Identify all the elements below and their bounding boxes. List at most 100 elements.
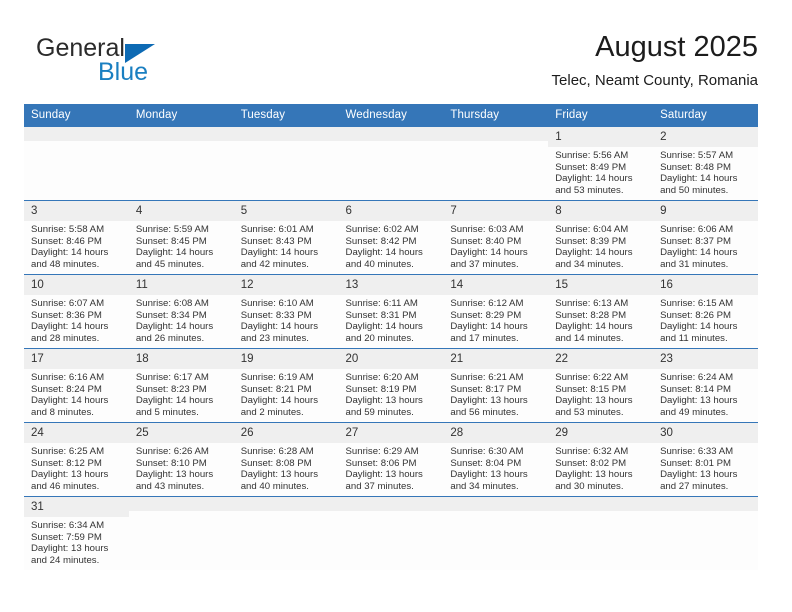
day-sun-info: Sunrise: 6:21 AM Sunset: 8:17 PM Daylight:… <box>443 369 548 418</box>
calendar-day-cell[interactable]: 28 Sunrise: 6:30 AM Sunset: 8:04 PM Dayligh… <box>443 422 549 497</box>
sunrise-time: Sunrise: 6:20 AM <box>345 372 419 383</box>
calendar-day-cell[interactable]: 21 Sunrise: 6:21 AM Sunset: 8:17 PM Dayligh… <box>443 348 549 423</box>
sunset-time: Sunset: 8:21 PM <box>240 383 312 395</box>
sunrise-time: Sunrise: 6:16 AM <box>31 372 105 383</box>
daylight-duration-line2: and 40 minutes. <box>240 480 309 492</box>
daylight-duration-line1: Daylight: 13 hours <box>555 469 633 481</box>
calendar-cell-empty <box>233 496 339 570</box>
sunrise-time: Sunrise: 6:19 AM <box>240 372 314 383</box>
calendar-day-cell[interactable]: 26 Sunrise: 6:28 AM Sunset: 8:08 PM Dayligh… <box>233 422 339 497</box>
day-number: 27 <box>338 423 444 443</box>
calendar-day-cell[interactable]: 27 Sunrise: 6:29 AM Sunset: 8:06 PM Dayligh… <box>338 422 444 497</box>
calendar-day-cell[interactable]: 25 Sunrise: 6:26 AM Sunset: 8:10 PM Dayligh… <box>128 422 234 497</box>
calendar-day-cell[interactable]: 16 Sunrise: 6:15 AM Sunset: 8:26 PM Dayligh… <box>653 274 758 349</box>
daylight-duration-line2: and 31 minutes. <box>660 258 729 270</box>
daylight-duration-line2: and 45 minutes. <box>135 258 205 270</box>
calendar-day-cell[interactable]: 23 Sunrise: 6:24 AM Sunset: 8:14 PM Dayligh… <box>653 348 758 423</box>
calendar-day-cell[interactable]: 8 Sunrise: 6:04 AM Sunset: 8:39 PM Daylight… <box>548 200 654 275</box>
sunrise-time: Sunrise: 6:10 AM <box>240 298 314 309</box>
weekday-header-row: Sunday Monday Tuesday Wednesday Thursday… <box>24 104 758 127</box>
sunrise-time: Sunrise: 6:28 AM <box>240 446 314 457</box>
calendar-day-cell[interactable]: 17 Sunrise: 6:16 AM Sunset: 8:24 PM Dayligh… <box>24 348 129 423</box>
weekday-header-sunday: Sunday <box>24 104 129 127</box>
weekday-header-friday: Friday <box>548 104 654 127</box>
daylight-duration-line1: Daylight: 13 hours <box>31 469 109 481</box>
day-number: 9 <box>653 201 758 221</box>
sunset-time: Sunset: 8:48 PM <box>660 161 731 173</box>
calendar-day-cell[interactable]: 7 Sunrise: 6:03 AM Sunset: 8:40 PM Daylight… <box>443 200 549 275</box>
calendar-day-cell[interactable]: 9 Sunrise: 6:06 AM Sunset: 8:37 PM Daylight… <box>653 200 758 275</box>
sunset-time: Sunset: 8:06 PM <box>345 457 417 469</box>
daylight-duration-line2: and 56 minutes. <box>450 406 519 418</box>
daylight-duration-line1: Daylight: 14 hours <box>555 247 633 259</box>
calendar-day-cell[interactable]: 20 Sunrise: 6:20 AM Sunset: 8:19 PM Dayligh… <box>338 348 444 423</box>
daylight-duration-line1: Daylight: 13 hours <box>240 469 319 481</box>
calendar-day-cell[interactable]: 31 Sunrise: 6:34 AM Sunset: 7:59 PM Dayligh… <box>24 496 129 570</box>
calendar-day-cell[interactable]: 5 Sunrise: 6:01 AM Sunset: 8:43 PM Daylight… <box>233 200 339 275</box>
sunrise-time: Sunrise: 6:34 AM <box>31 520 105 531</box>
calendar-week-row: 1 Sunrise: 5:56 AM Sunset: 8:49 PM Daylight… <box>24 126 758 201</box>
calendar-day-cell[interactable]: 1 Sunrise: 5:56 AM Sunset: 8:49 PM Daylight… <box>548 126 654 201</box>
day-sun-info: Sunrise: 6:28 AM Sunset: 8:08 PM Daylight:… <box>234 443 339 492</box>
sunrise-time: Sunrise: 5:59 AM <box>135 224 209 235</box>
calendar-day-cell[interactable]: 10 Sunrise: 6:07 AM Sunset: 8:36 PM Dayligh… <box>24 274 129 349</box>
calendar-day-cell[interactable]: 24 Sunrise: 6:25 AM Sunset: 8:12 PM Dayligh… <box>24 422 129 497</box>
day-sun-info: Sunrise: 6:33 AM Sunset: 8:01 PM Daylight:… <box>653 443 758 492</box>
day-number: 28 <box>443 423 549 443</box>
day-sun-info: Sunrise: 6:02 AM Sunset: 8:42 PM Daylight:… <box>339 221 444 270</box>
day-sun-info: Sunrise: 5:59 AM Sunset: 8:45 PM Daylight:… <box>129 221 234 270</box>
sunrise-time: Sunrise: 6:33 AM <box>660 446 734 457</box>
calendar-day-cell[interactable]: 14 Sunrise: 6:12 AM Sunset: 8:29 PM Dayligh… <box>443 274 549 349</box>
calendar-page: General Blue August 2025 Telec, Neamt Co… <box>0 0 792 612</box>
daylight-duration-line2: and 37 minutes. <box>450 258 519 270</box>
calendar-day-cell[interactable]: 29 Sunrise: 6:32 AM Sunset: 8:02 PM Dayligh… <box>548 422 654 497</box>
day-sun-info: Sunrise: 6:13 AM Sunset: 8:28 PM Daylight:… <box>548 295 653 344</box>
calendar-table: Sunday Monday Tuesday Wednesday Thursday… <box>24 104 758 570</box>
daylight-duration-line2: and 14 minutes. <box>555 332 624 344</box>
calendar-day-cell[interactable]: 30 Sunrise: 6:33 AM Sunset: 8:01 PM Dayligh… <box>653 422 758 497</box>
calendar-week-row: 10 Sunrise: 6:07 AM Sunset: 8:36 PM Dayligh… <box>24 274 758 349</box>
calendar-day-cell[interactable]: 22 Sunrise: 6:22 AM Sunset: 8:15 PM Dayligh… <box>548 348 654 423</box>
day-number <box>233 127 339 141</box>
sunrise-time: Sunrise: 6:07 AM <box>31 298 105 309</box>
day-number <box>653 497 758 511</box>
day-sun-info: Sunrise: 6:07 AM Sunset: 8:36 PM Daylight:… <box>24 295 129 344</box>
page-subtitle: Telec, Neamt County, Romania <box>551 72 758 89</box>
calendar-cell-empty <box>128 496 234 570</box>
daylight-duration-line2: and 30 minutes. <box>555 480 624 492</box>
daylight-duration-line2: and 20 minutes. <box>345 332 414 344</box>
calendar-day-cell[interactable]: 19 Sunrise: 6:19 AM Sunset: 8:21 PM Dayligh… <box>233 348 339 423</box>
calendar-day-cell[interactable]: 18 Sunrise: 6:17 AM Sunset: 8:23 PM Dayligh… <box>128 348 234 423</box>
calendar-body: 1 Sunrise: 5:56 AM Sunset: 8:49 PM Daylight… <box>24 126 758 570</box>
calendar-day-cell[interactable]: 12 Sunrise: 6:10 AM Sunset: 8:33 PM Dayligh… <box>233 274 339 349</box>
daylight-duration-line1: Daylight: 14 hours <box>555 321 633 333</box>
day-number <box>338 497 444 511</box>
daylight-duration-line1: Daylight: 14 hours <box>240 247 319 259</box>
logo-text-blue: Blue <box>98 58 149 86</box>
daylight-duration-line1: Daylight: 13 hours <box>660 395 738 407</box>
sunrise-time: Sunrise: 6:01 AM <box>240 224 314 235</box>
daylight-duration-line2: and 42 minutes. <box>240 258 309 270</box>
calendar-day-cell[interactable]: 15 Sunrise: 6:13 AM Sunset: 8:28 PM Dayligh… <box>548 274 654 349</box>
calendar-day-cell[interactable]: 6 Sunrise: 6:02 AM Sunset: 8:42 PM Daylight… <box>338 200 444 275</box>
calendar-day-cell[interactable]: 4 Sunrise: 5:59 AM Sunset: 8:45 PM Daylight… <box>128 200 234 275</box>
sunrise-time: Sunrise: 6:24 AM <box>660 372 734 383</box>
day-sun-info: Sunrise: 6:08 AM Sunset: 8:34 PM Daylight:… <box>129 295 234 344</box>
daylight-duration-line2: and 27 minutes. <box>660 480 729 492</box>
calendar-day-cell[interactable]: 11 Sunrise: 6:08 AM Sunset: 8:34 PM Dayligh… <box>128 274 234 349</box>
calendar-day-cell[interactable]: 13 Sunrise: 6:11 AM Sunset: 8:31 PM Dayligh… <box>338 274 444 349</box>
day-number: 11 <box>128 275 234 295</box>
daylight-duration-line1: Daylight: 14 hours <box>135 395 214 407</box>
daylight-duration-line1: Daylight: 13 hours <box>345 469 423 481</box>
general-blue-logo[interactable]: General Blue <box>36 34 246 90</box>
daylight-duration-line2: and 34 minutes. <box>555 258 624 270</box>
calendar-day-cell[interactable]: 3 Sunrise: 5:58 AM Sunset: 8:46 PM Daylight… <box>24 200 129 275</box>
calendar-cell-empty <box>443 126 549 201</box>
day-sun-info: Sunrise: 6:19 AM Sunset: 8:21 PM Daylight:… <box>234 369 339 418</box>
sunset-time: Sunset: 7:59 PM <box>31 531 102 543</box>
sunset-time: Sunset: 8:33 PM <box>240 309 312 321</box>
day-number: 21 <box>443 349 549 369</box>
calendar-day-cell[interactable]: 2 Sunrise: 5:57 AM Sunset: 8:48 PM Daylight… <box>653 126 758 201</box>
day-number <box>338 127 444 141</box>
day-sun-info: Sunrise: 5:57 AM Sunset: 8:48 PM Daylight:… <box>653 147 758 196</box>
